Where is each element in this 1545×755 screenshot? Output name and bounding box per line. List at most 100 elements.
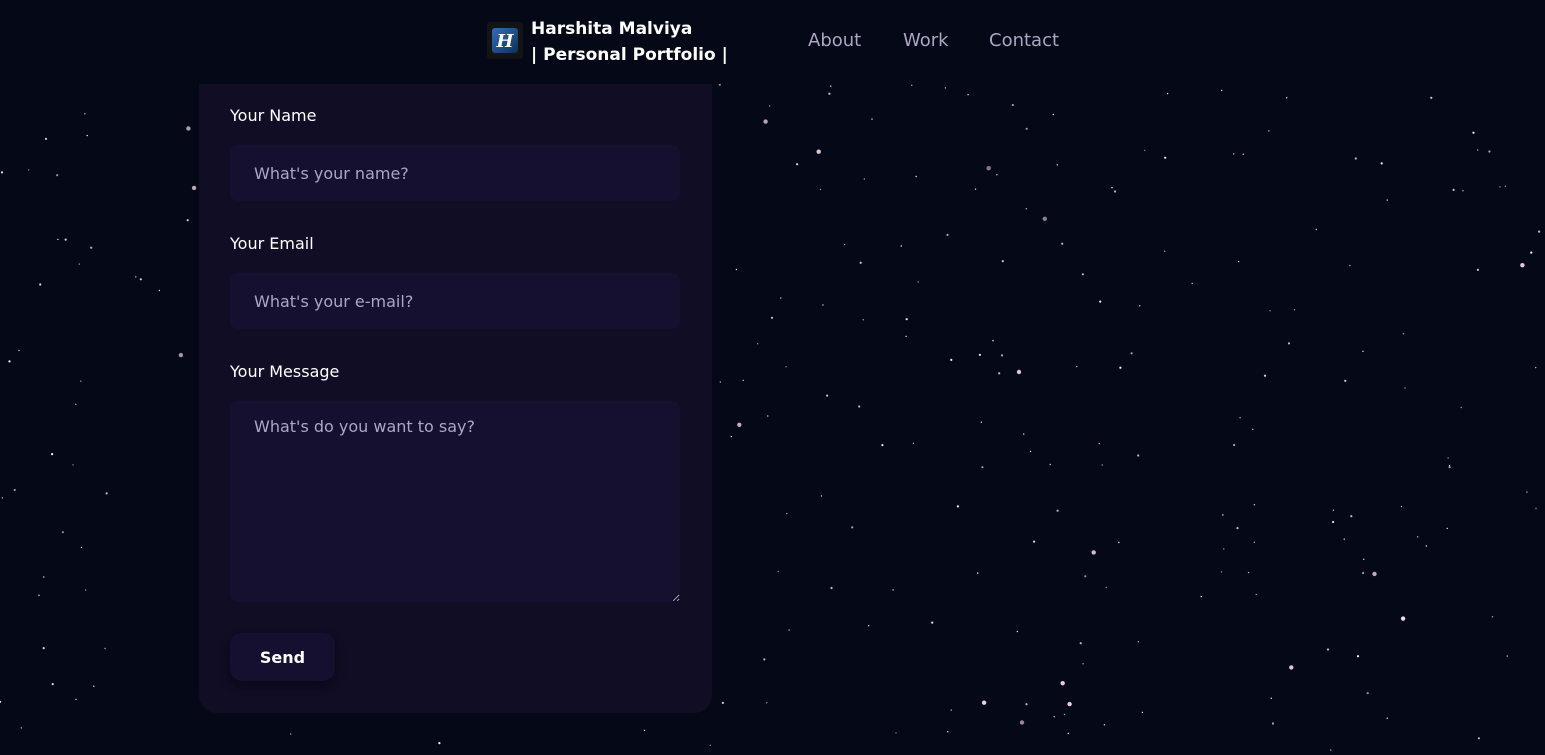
star [1063,713,1066,716]
star [290,733,292,735]
star [1082,663,1084,665]
star [757,343,759,345]
star [1446,527,1448,530]
navbar: H Harshita Malviya | Personal Portfolio … [0,0,1545,84]
star [950,709,952,711]
star [1236,527,1239,530]
star [735,268,738,271]
star [917,281,919,283]
star [944,87,947,89]
star [1025,208,1028,210]
star [763,119,768,124]
star [1105,586,1107,589]
star [1252,428,1254,430]
star [72,464,74,466]
star [1271,722,1275,725]
star [892,589,894,591]
send-button[interactable]: Send [230,633,335,681]
star [786,512,788,515]
star [57,238,59,241]
star [1326,648,1330,651]
star [1332,520,1335,524]
star [1144,149,1146,152]
star [1520,263,1525,268]
star [1362,571,1365,575]
star [871,118,873,120]
star [1166,92,1169,95]
star [75,403,77,405]
star [1448,466,1451,469]
star [1491,616,1494,618]
star [43,576,45,578]
nav-link-about[interactable]: About [808,30,861,51]
star [830,586,833,590]
star [1239,417,1241,419]
star [763,658,766,661]
star [1016,369,1022,375]
star [178,352,184,358]
star [643,729,646,732]
star [135,276,137,278]
star [1430,96,1433,99]
star [767,415,769,417]
star [1242,153,1244,155]
name-input[interactable] [230,145,680,201]
star [1164,250,1166,252]
star [1386,717,1388,719]
star [998,372,1001,375]
star [90,246,93,249]
star [826,394,829,397]
star [819,188,822,191]
star [20,727,22,729]
star [1111,187,1113,189]
star [981,700,987,705]
star [1372,571,1377,577]
email-input[interactable] [230,273,680,329]
star [822,304,824,306]
star [86,134,88,137]
brand-title[interactable]: Harshita Malviya | Personal Portfolio | [531,16,728,68]
star [1076,365,1078,368]
name-label: Your Name [230,106,317,125]
star [1488,150,1491,153]
star [1221,89,1223,92]
star [986,166,991,171]
star [18,349,20,352]
star [1448,464,1451,467]
star [709,744,711,746]
star [862,319,864,321]
star [863,178,865,180]
star [1526,491,1528,493]
star [851,526,854,529]
star [1315,228,1318,231]
star [947,731,949,733]
star [1462,190,1464,192]
star [1091,550,1096,555]
star [766,702,768,704]
star [912,442,915,444]
star [158,289,161,292]
email-label: Your Email [230,234,314,253]
nav-link-contact[interactable]: Contact [989,30,1059,51]
star [84,113,86,115]
star [1356,655,1360,658]
star [1061,242,1064,245]
star [1538,230,1541,233]
star [1354,157,1357,160]
star [191,185,197,191]
star [1349,264,1351,267]
star [1476,268,1479,271]
star [1404,387,1406,389]
message-textarea[interactable] [230,401,680,602]
star [1067,732,1069,735]
star [1286,97,1288,99]
star [1098,442,1100,445]
nav-link-work[interactable]: Work [903,30,949,51]
star [1506,655,1508,657]
h-logo-icon[interactable]: H [487,22,523,59]
star [1081,273,1084,276]
message-label: Your Message [230,362,340,381]
star [1191,282,1193,285]
star [186,219,189,222]
star [1118,541,1120,544]
